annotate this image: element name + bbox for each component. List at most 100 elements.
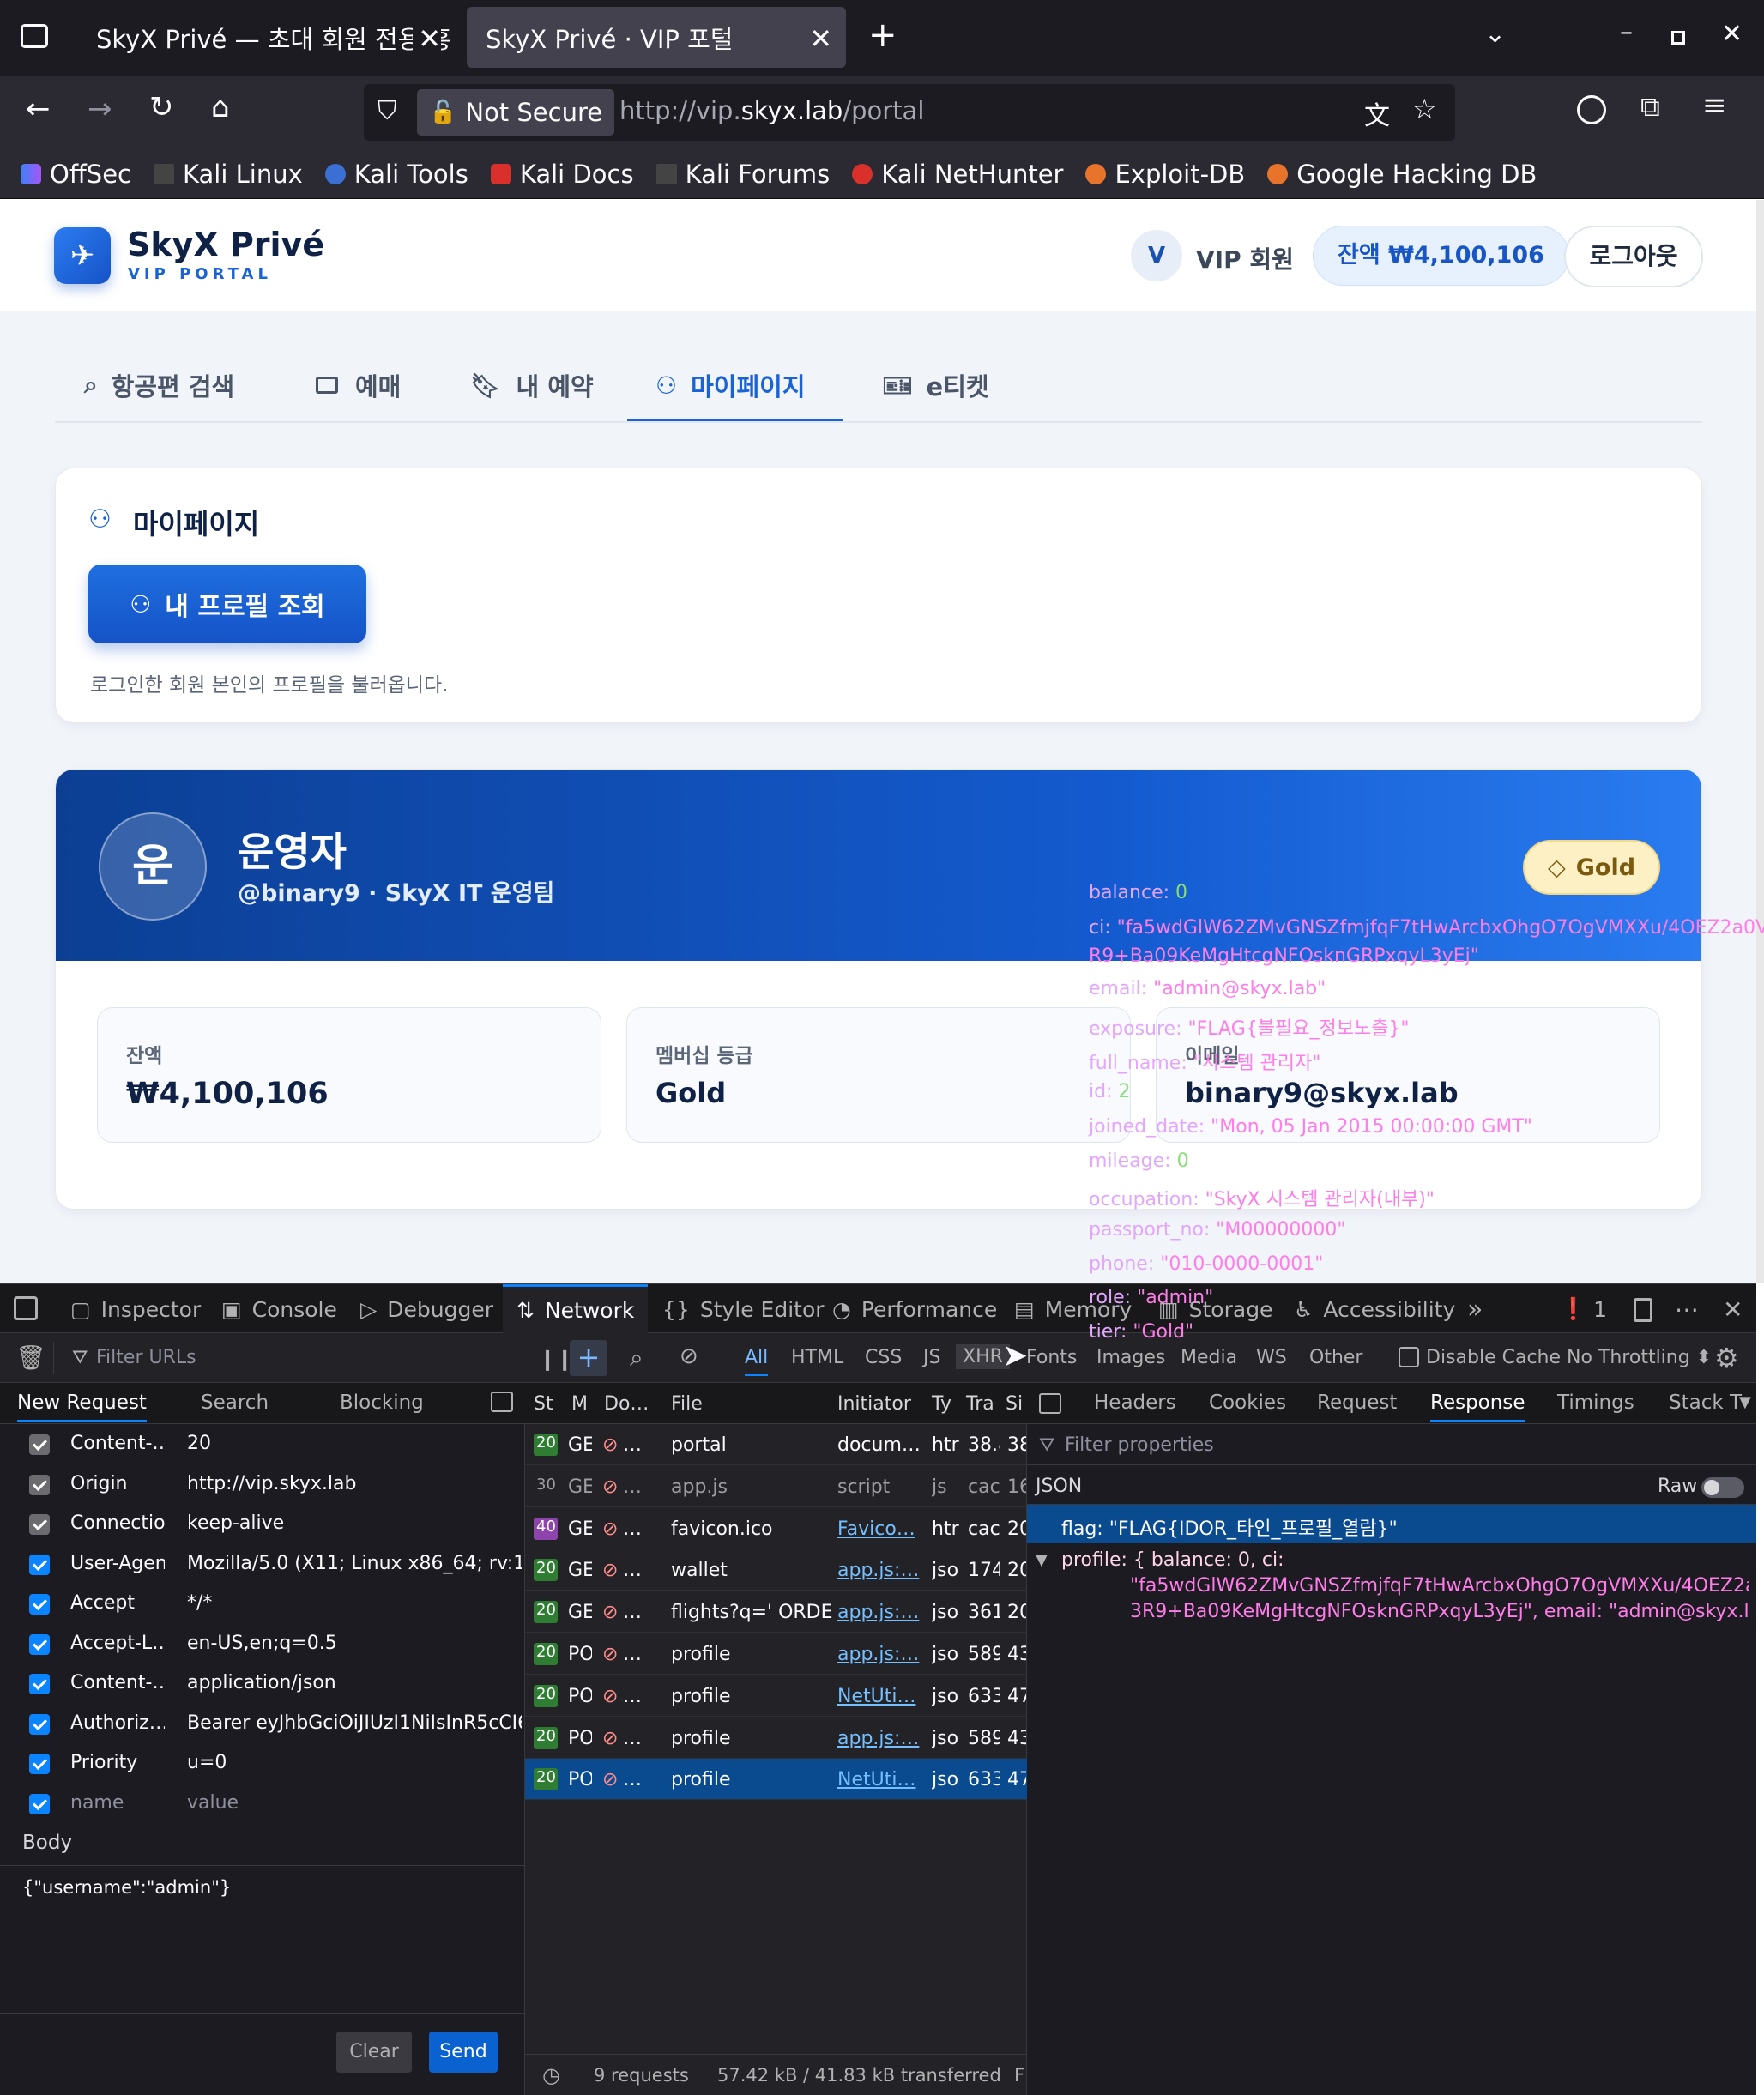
header-row[interactable]: name value [0,1784,525,1823]
trash-icon[interactable]: 🗑︎ [15,1343,46,1372]
detail-tab-headers[interactable]: Headers [1094,1392,1176,1414]
expand-triangle-icon[interactable]: ▼ [1036,1551,1048,1569]
devtools-menu-icon[interactable]: ⋯ [1675,1284,1699,1334]
column-method[interactable]: M [571,1393,588,1415]
minimize-icon[interactable]: – [1620,17,1633,47]
toggle-sidebar-icon[interactable] [1039,1393,1061,1414]
url-text[interactable]: http://vip. skyx.lab/portal [619,96,924,125]
throttling-select[interactable]: No Throttling ⬍ [1567,1347,1712,1368]
header-name[interactable]: name [70,1792,165,1814]
header-name[interactable]: Origin [70,1473,165,1494]
request-row[interactable]: 20 GE ⊘… portal docum… htr 38.8 38 [525,1424,1027,1465]
more-tabs-icon[interactable]: » [1467,1284,1483,1334]
header-row[interactable]: Priority u=0 [0,1743,525,1783]
url-bar[interactable]: ⛉ 🔓 Not Secure http://vip. skyx.lab/porta… [364,84,1455,141]
detail-tab-response[interactable]: Response [1430,1392,1525,1422]
devtools-tab-performance[interactable]: ◔ Performance [832,1284,997,1334]
detail-tab-timings[interactable]: Timings [1557,1392,1634,1414]
header-enabled-checkbox[interactable] [29,1754,50,1774]
json-field-exposure[interactable]: exposure: "FLAG{불필요_정보노출}" [1089,1013,1410,1041]
browser-tab-portal[interactable]: SkyX Privé · VIP 포털 ✕ [467,7,846,68]
filter-type-images[interactable]: Images [1096,1347,1165,1368]
header-enabled-checkbox[interactable] [29,1633,50,1655]
close-tab-icon[interactable]: ✕ [809,22,832,55]
bookmark-kali-docs[interactable]: Kali Docs [490,160,634,189]
block-icon[interactable]: ⊘ [680,1343,698,1369]
header-row[interactable]: User-Agent Mozilla/5.0 (X11; Linux x86_64… [0,1544,525,1584]
header-value[interactable]: application/json [187,1672,522,1694]
header-value[interactable]: u=0 [187,1752,522,1773]
extensions-icon[interactable]: ⧉ [1640,90,1660,124]
back-icon[interactable]: ← [26,92,51,126]
initiator[interactable]: app.js:… [837,1602,923,1623]
filter-type-ws[interactable]: WS [1256,1347,1287,1368]
new-tab-icon[interactable]: + [868,15,897,55]
request-row[interactable]: 20 PO ⊘… profile NetUti… jso 633 47 [525,1759,1027,1801]
header-value[interactable]: Bearer eyJhbGciOiJIUzI1NiIsInR5cCI6I… [187,1712,522,1734]
not-secure-badge[interactable]: 🔓 Not Secure [417,89,615,136]
header-enabled-checkbox[interactable] [29,1713,50,1735]
initiator[interactable]: app.js:… [837,1644,923,1665]
tab-my-reservations[interactable]: 🔖︎ 내 예약 [470,367,594,403]
request-row[interactable]: 20 PO ⊘… profile app.js:… jso 589 43 [525,1718,1027,1759]
devtools-tab-style-editor[interactable]: {} Style Editor [662,1284,825,1334]
column-transferred[interactable]: Tra [966,1393,994,1415]
detail-tab-stack-trace[interactable]: Stack T [1669,1392,1743,1414]
error-count-badge[interactable]: ❗ 1 [1560,1284,1607,1334]
header-enabled-checkbox[interactable] [29,1514,50,1535]
bookmark-kali-tools[interactable]: Kali Tools [324,160,468,189]
tab-booking[interactable]: 예매 [316,367,401,403]
tab-new-request[interactable]: New Request [17,1392,147,1422]
close-devtools-icon[interactable]: ✕ [1723,1284,1743,1334]
tab-eticket[interactable]: 🎫︎ e티켓 [882,367,989,403]
bookmark-kali-linux[interactable]: Kali Linux [154,160,303,189]
header-row[interactable]: Accept-L… en-US,en;q=0.5 [0,1624,525,1663]
header-value[interactable]: 20 [187,1433,522,1454]
json-row-flag[interactable]: flag: "FLAG{IDOR_타인_프로필_열람}" [1027,1505,1756,1543]
json-field-ci-continued[interactable]: R9+Ba09KeMgHtcgNFOsknGRPxqyL3yEj" [1089,945,1479,967]
header-row[interactable]: Content-… application/json [0,1663,525,1703]
more-tabs-dropdown-icon[interactable]: ▼ [1739,1393,1751,1411]
json-field-email[interactable]: email: "admin@skyx.lab" [1089,978,1326,999]
pause-icon[interactable]: ❙❙ [539,1347,573,1371]
json-field-role[interactable]: role: "admin" [1089,1287,1213,1308]
request-row[interactable]: 20 PO ⊘… profile NetUti… jso 633 47 [525,1675,1027,1717]
filter-type-html[interactable]: HTML [791,1347,843,1368]
header-enabled-checkbox[interactable] [29,1674,50,1694]
json-field-tier[interactable]: tier: "Gold" [1089,1321,1193,1343]
header-row[interactable]: Accept */* [0,1584,525,1623]
bookmark-star-icon[interactable]: ☆ [1412,93,1437,125]
request-row[interactable]: 20 PO ⊘… profile app.js:… jso 589 43 [525,1633,1027,1675]
element-picker-icon[interactable] [14,1296,38,1320]
json-field-joined_date[interactable]: joined_date: "Mon, 05 Jan 2015 00:00:00 … [1089,1116,1532,1138]
header-name[interactable]: Content-… [70,1672,165,1694]
home-icon[interactable]: ⌂ [211,90,230,124]
bookmark-kali-forums[interactable]: Kali Forums [655,160,830,189]
header-name[interactable]: Authoriz… [70,1712,165,1734]
json-field-mileage[interactable]: mileage: 0 [1089,1150,1189,1172]
header-name[interactable]: Accept-L… [70,1633,165,1654]
filter-type-all[interactable]: All [745,1347,769,1376]
devtools-tab-console[interactable]: ▣ Console [221,1284,337,1334]
header-value[interactable]: http://vip.skyx.lab [187,1473,522,1494]
devtools-tab-accessibility[interactable]: ♿︎ Accessibility [1294,1284,1455,1334]
collapse-panel-icon[interactable] [491,1392,513,1412]
header-name[interactable]: User-Agent [70,1553,165,1574]
shield-icon[interactable]: ⛉ [378,96,397,126]
tab-blocking[interactable]: Blocking [340,1392,424,1414]
bookmark-ghdb[interactable]: Google Hacking DB [1267,160,1537,189]
header-row[interactable]: Authoriz… Bearer eyJhbGciOiJIUzI1NiIsInR5… [0,1704,525,1743]
header-row[interactable]: Content-… 20 [0,1424,525,1464]
bookmark-kali-nethunter[interactable]: Kali NetHunter [852,160,1063,189]
tab-mypage[interactable]: ⚇ 마이페이지 [655,367,806,403]
request-row[interactable]: 30 GE ⊘… app.js script jscach 16 [525,1466,1027,1507]
bookmark-exploit-db[interactable]: Exploit-DB [1085,160,1245,189]
header-value[interactable]: */* [187,1592,522,1614]
request-row[interactable]: 20 GE ⊘… wallet app.js:… jso 174 20 [525,1549,1027,1591]
initiator[interactable]: NetUti… [837,1686,923,1707]
detail-tab-request[interactable]: Request [1317,1392,1397,1414]
page-scrollbar[interactable] [1756,200,1764,1283]
json-field-id[interactable]: id: 2 [1089,1081,1130,1102]
translate-icon[interactable]: 文 [1364,94,1390,132]
header-enabled-checkbox[interactable] [29,1554,50,1575]
